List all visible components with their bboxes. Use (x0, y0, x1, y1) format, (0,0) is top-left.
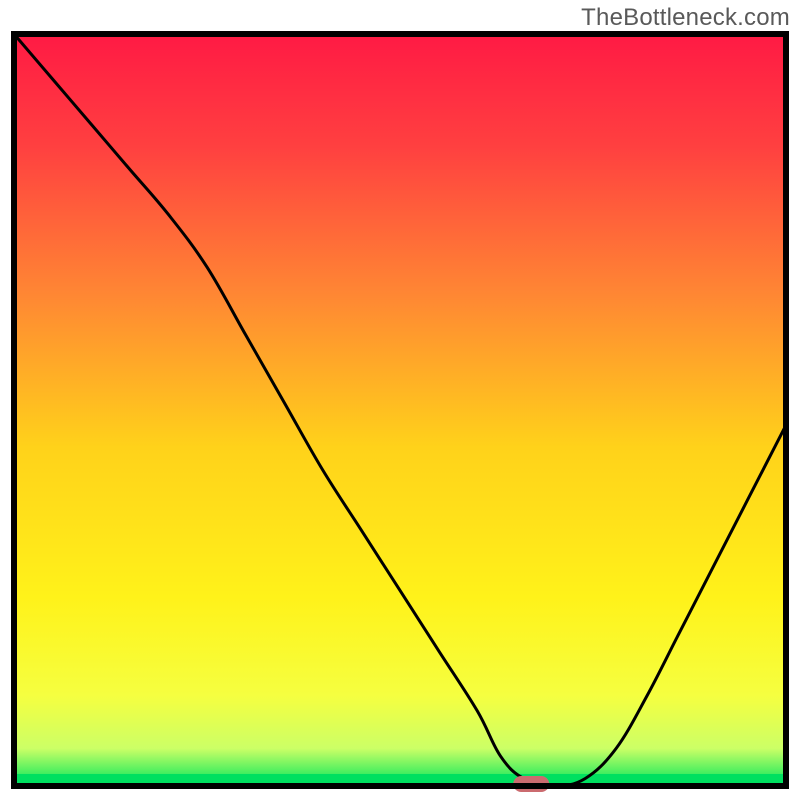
chart-container: { "watermark": "TheBottleneck.com", "cha… (0, 0, 800, 800)
gradient-background (14, 34, 786, 786)
watermark-text: TheBottleneck.com (581, 4, 790, 32)
bottleneck-chart (0, 0, 800, 800)
